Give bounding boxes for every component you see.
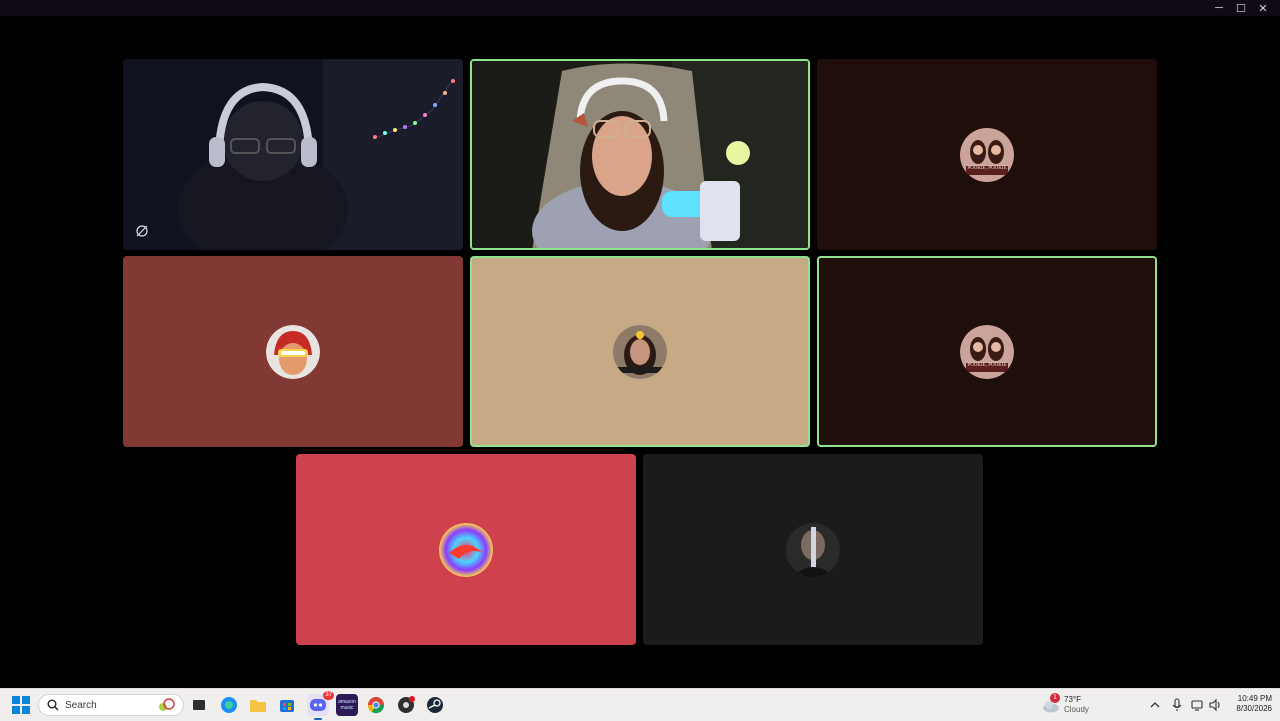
participant-avatar: POOKIE, POOKIE	[960, 324, 1014, 379]
window-titlebar: ─ ☐ ✕	[0, 0, 1280, 16]
avatar-caption: POOKIE, POOKIE	[967, 362, 1007, 368]
taskbar-app-discord[interactable]: 37	[307, 691, 334, 720]
speaker-icon	[1209, 698, 1220, 712]
taskbar-app-file-explorer[interactable]	[247, 694, 269, 716]
volume-tray-button[interactable]	[1208, 698, 1222, 712]
participant-tile-7[interactable]	[296, 454, 636, 645]
chrome-icon	[367, 697, 385, 714]
avatar-caption: POOKIE, POOKIE	[967, 165, 1007, 171]
participant-avatar	[786, 522, 840, 577]
taskbar-app-store[interactable]	[276, 694, 298, 716]
participant-tile-1[interactable]	[123, 59, 463, 250]
steam-icon	[427, 697, 443, 713]
microphone-icon	[1172, 698, 1182, 711]
participant-tile-2[interactable]	[470, 59, 810, 250]
participant-avatar	[613, 324, 667, 379]
participant-avatar	[439, 522, 493, 577]
participant-tile-4[interactable]	[123, 256, 463, 447]
start-button[interactable]	[10, 694, 32, 716]
search-highlight-icon	[159, 698, 175, 711]
taskbar-app-chrome[interactable]	[365, 694, 387, 716]
taskbar-app-amazon-music[interactable]: amazon music	[336, 694, 358, 716]
minimize-button[interactable]: ─	[1208, 0, 1230, 16]
weather-condition: Cloudy	[1064, 705, 1089, 714]
recording-app-icon	[398, 696, 415, 713]
participant-avatar: POOKIE, POOKIE	[960, 127, 1014, 182]
chevron-up-icon	[1150, 702, 1160, 708]
taskbar-app-obs[interactable]	[395, 694, 417, 716]
weather-badge: 1	[1050, 693, 1060, 703]
store-icon	[280, 700, 294, 712]
windows-logo-icon	[12, 696, 30, 714]
network-tray-button[interactable]	[1190, 698, 1204, 712]
clock[interactable]: 10:49 PM 8/30/2026	[1226, 694, 1272, 714]
participant-tile-5[interactable]	[470, 256, 810, 447]
amazon-music-label: amazon music	[338, 699, 356, 711]
task-view-icon	[193, 700, 205, 710]
browser-icon	[221, 697, 237, 713]
close-button[interactable]: ✕	[1252, 0, 1274, 16]
camera-feed	[472, 61, 808, 248]
discord-notification-badge: 37	[323, 691, 334, 700]
microphone-tray-button[interactable]	[1170, 698, 1184, 712]
weather-widget[interactable]: 1 73°F Cloudy	[1040, 693, 1100, 717]
folder-icon	[250, 700, 266, 712]
camera-feed	[123, 59, 463, 250]
clock-time: 10:49 PM	[1237, 694, 1272, 703]
taskbar-app-steam[interactable]	[424, 694, 446, 716]
participant-tile-3[interactable]: POOKIE, POOKIE	[817, 59, 1157, 250]
weather-temperature: 73°F	[1064, 695, 1081, 704]
search-placeholder: Search	[65, 699, 97, 711]
taskbar: Search 37 amazon music 1 73°F Cloudy 10:…	[0, 688, 1280, 721]
taskbar-app-edge[interactable]	[218, 694, 240, 716]
maximize-button[interactable]: ☐	[1230, 0, 1252, 16]
participant-tile-6[interactable]: POOKIE, POOKIE	[817, 256, 1157, 447]
network-icon	[1191, 700, 1203, 711]
task-view-button[interactable]	[188, 694, 210, 716]
camera-off-icon	[136, 225, 148, 237]
clock-date: 8/30/2026	[1236, 704, 1272, 713]
show-hidden-icons-button[interactable]	[1148, 698, 1162, 712]
taskbar-search[interactable]: Search	[38, 694, 184, 716]
participant-tile-8[interactable]	[643, 454, 983, 645]
search-icon	[47, 699, 59, 711]
participant-avatar	[266, 324, 320, 379]
